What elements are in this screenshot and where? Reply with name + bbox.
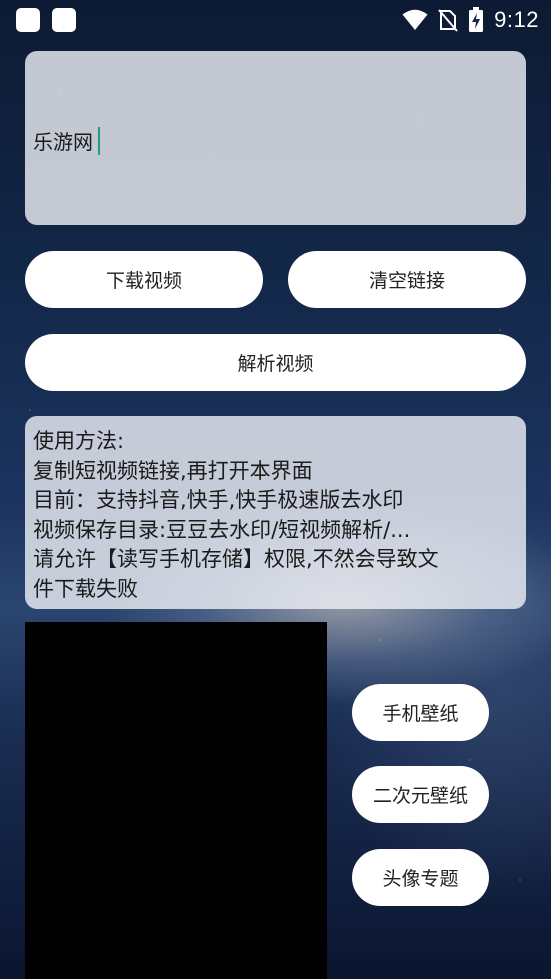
parse-video-button[interactable]: 解析视频 [25,334,526,391]
link-input-text[interactable]: 乐游网 [33,126,100,155]
link-input[interactable]: 乐游网 [25,51,526,225]
instructions-line: 使用方法: [33,429,125,453]
download-video-button[interactable]: 下载视频 [25,251,263,308]
battery-charging-icon [469,7,484,32]
instructions-line: 目前：支持抖音,快手,快手极速版去水印 [33,488,404,512]
instructions-line: 视频保存目录:豆豆去水印/短视频解析/... [33,517,411,542]
instructions-line: 请允许【读写手机存储】权限,不然会导致文 [33,547,439,571]
no-sim-icon [438,9,458,32]
instructions-panel: 使用方法: 复制短视频链接,再打开本界面 目前：支持抖音,快手,快手极速版去水印… [25,416,526,609]
anime-wallpaper-button[interactable]: 二次元壁纸 [352,766,489,823]
video-preview-area [25,622,327,979]
app-notification-icon [52,8,76,32]
clear-link-button[interactable]: 清空链接 [288,251,526,308]
instructions-line: 件下载失败 [33,576,138,601]
phone-wallpaper-button[interactable]: 手机壁纸 [352,684,489,741]
status-bar: 9:12 [0,0,551,40]
app-notification-icon [16,8,40,32]
text-cursor [98,126,100,155]
status-icons: 9:12 [402,6,539,34]
instructions-line: 复制短视频链接,再打开本界面 [33,458,313,483]
link-input-value: 乐游网 [33,130,93,154]
wifi-icon [402,9,428,30]
avatar-topic-button[interactable]: 头像专题 [352,849,489,906]
status-time: 9:12 [494,7,539,32]
